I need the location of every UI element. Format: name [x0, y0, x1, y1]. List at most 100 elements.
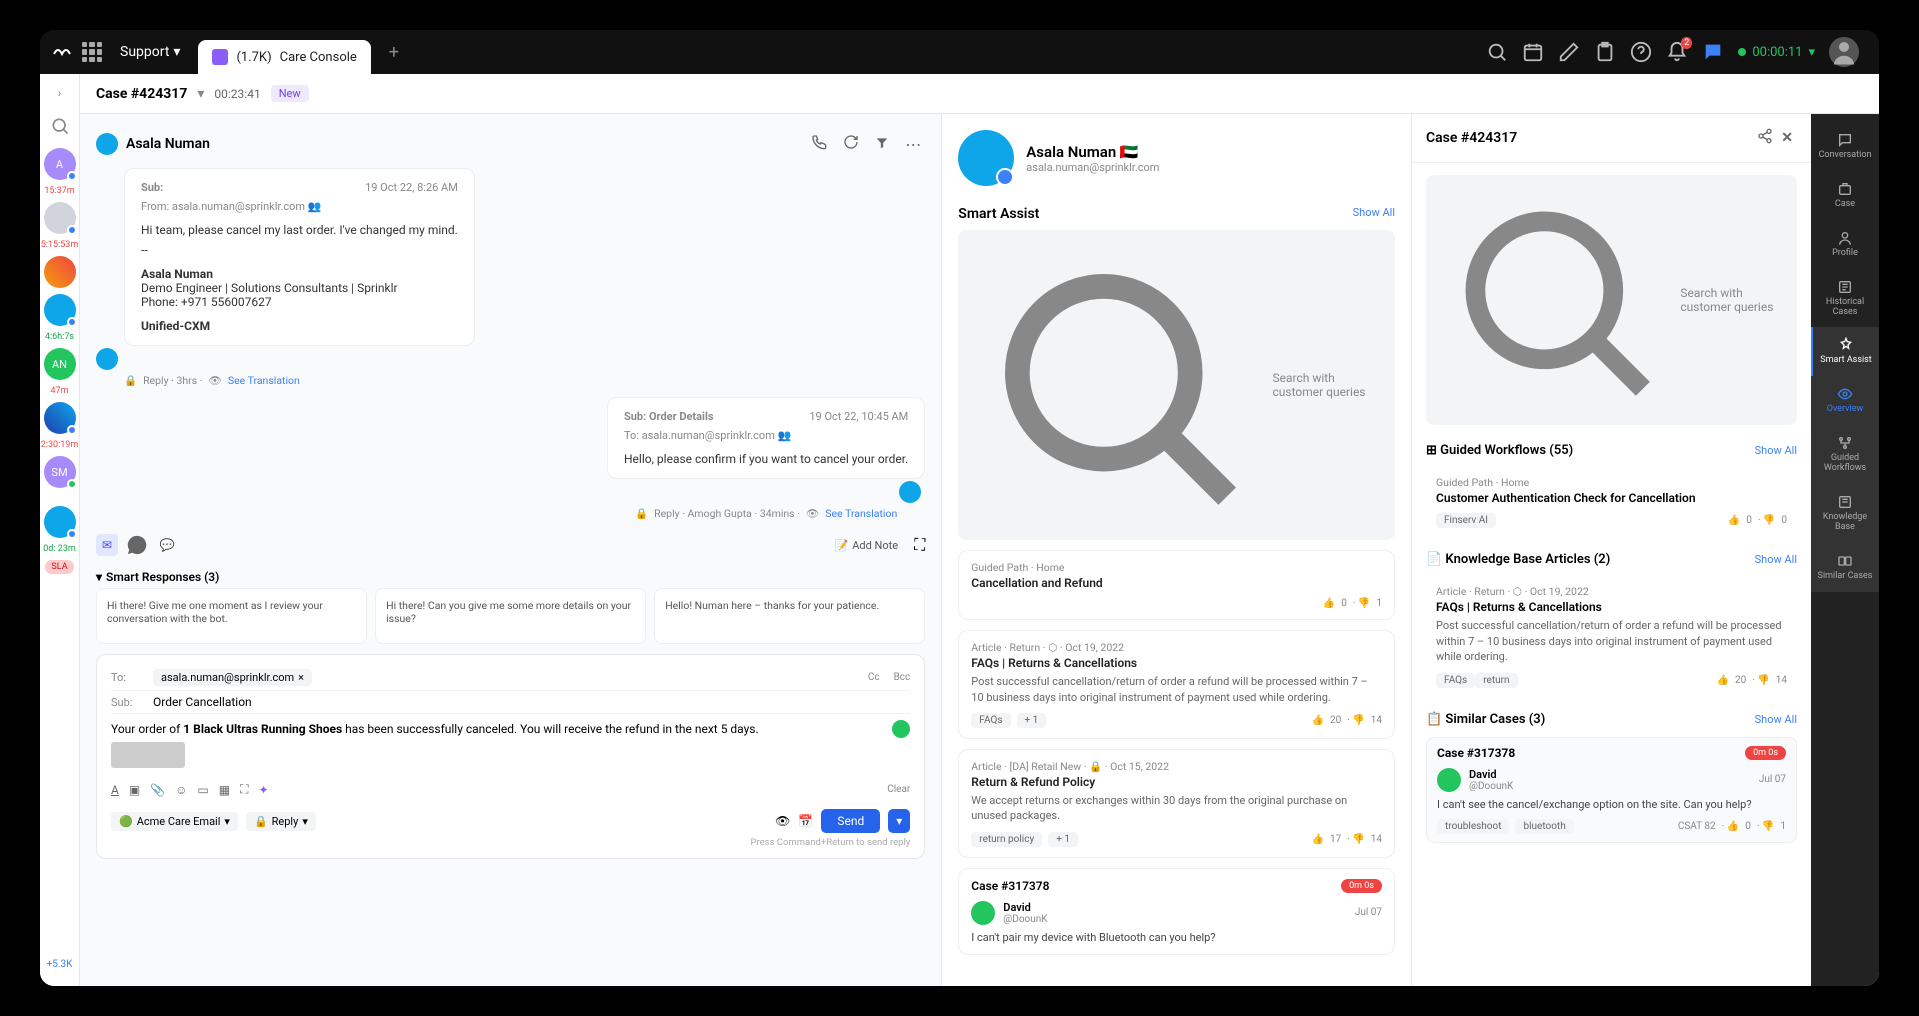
clear-button[interactable]: Clear [887, 784, 910, 795]
sla-badge: SLA [45, 560, 73, 574]
avatar [971, 901, 995, 925]
notifications-icon[interactable]: 2 [1666, 41, 1688, 63]
message-inbound: Sub:19 Oct 22, 8:26 AM From: asala.numan… [124, 168, 475, 346]
see-translation-link[interactable]: See Translation [825, 507, 897, 520]
queue-more[interactable]: +5.3K [47, 959, 73, 970]
expand-icon[interactable]: ⛶ [914, 535, 925, 555]
assist-card[interactable]: Article · Return · ⬡ · Oct 19, 2022 FAQs… [958, 630, 1395, 739]
attachment-thumb[interactable] [111, 742, 185, 768]
subject-input[interactable]: Order Cancellation [153, 695, 252, 709]
help-icon[interactable] [1630, 41, 1652, 63]
tab-icon [212, 49, 228, 65]
show-all-link[interactable]: Show All [1755, 444, 1797, 457]
cc-button[interactable]: Cc [868, 672, 880, 683]
new-tab-button[interactable]: + [379, 37, 409, 67]
share-icon[interactable] [1753, 124, 1777, 152]
user-avatar[interactable] [1829, 37, 1859, 67]
chevron-down-icon[interactable]: ▾ [197, 86, 204, 102]
rail-conversation[interactable]: Conversation [1811, 122, 1879, 171]
support-menu[interactable]: Support▾ [110, 40, 190, 64]
search-icon[interactable] [1486, 41, 1508, 63]
workflow-card[interactable]: Guided Path · Home Customer Authenticati… [1426, 468, 1797, 536]
show-all-link[interactable]: Show All [1755, 553, 1797, 566]
format-icon[interactable]: A [111, 783, 119, 797]
from-selector[interactable]: 🟢 Acme Care Email ▾ [111, 812, 238, 831]
tab-title: Care Console [280, 50, 357, 65]
bcc-button[interactable]: Bcc [894, 672, 911, 683]
similar-case-card[interactable]: Case #3173780m 0s David@DoounK Jul 07 I … [1426, 737, 1797, 843]
preview-icon[interactable]: 👁 [775, 814, 790, 828]
status-badge: New [271, 85, 309, 102]
more-icon[interactable]: ⋯ [901, 131, 925, 158]
calendar-icon[interactable] [1522, 41, 1544, 63]
ai-suggest-icon[interactable] [892, 720, 910, 738]
queue-item[interactable] [44, 402, 76, 434]
queue-item[interactable] [44, 202, 76, 234]
app-grid-icon[interactable] [82, 42, 102, 62]
channel-whatsapp[interactable] [126, 534, 148, 556]
context-panel: Case #424317 ✕ Search with customer quer… [1411, 114, 1811, 986]
filter-icon[interactable] [871, 131, 893, 158]
rail-overview[interactable]: Overview [1811, 376, 1879, 425]
queue-item[interactable] [44, 256, 76, 288]
snippet-icon[interactable]: ▭ [197, 783, 208, 797]
queue-item[interactable]: AN [44, 348, 76, 380]
compose-body[interactable]: Your order of 1 Black Ultras Running Sho… [111, 714, 910, 776]
ai-icon[interactable]: ✦ [258, 783, 268, 797]
rail-similar[interactable]: Similar Cases [1811, 543, 1879, 592]
expand-icon[interactable]: ⛶ [240, 782, 248, 797]
case-id: Case #424317 [96, 86, 187, 102]
see-translation-link[interactable]: See Translation [228, 374, 300, 387]
rail-kb[interactable]: Knowledge Base [1811, 484, 1879, 543]
table-icon[interactable]: ▦ [219, 783, 230, 797]
queue-item[interactable]: A [44, 148, 76, 180]
recipient-chip[interactable]: asala.numan@sprinklr.com × [153, 669, 312, 686]
to-label: To: [111, 671, 145, 684]
assist-search[interactable]: Search with customer queries [958, 230, 1395, 540]
tab-care-console[interactable]: (1.7K) Care Console [198, 40, 370, 74]
queue-item[interactable] [44, 294, 76, 326]
rail-guided[interactable]: Guided Workflows [1811, 425, 1879, 484]
rail-historical[interactable]: Historical Cases [1811, 269, 1879, 328]
rail-case[interactable]: Case [1811, 171, 1879, 220]
send-button[interactable]: Send [821, 809, 880, 833]
queue-item[interactable] [44, 506, 76, 538]
chat-icon[interactable] [1702, 41, 1724, 63]
rail-profile[interactable]: Profile [1811, 220, 1879, 269]
rail-smart-assist[interactable]: Smart Assist [1811, 327, 1879, 376]
smart-response[interactable]: Hello! Numan here – thanks for your pati… [654, 588, 925, 644]
channel-email[interactable]: ✉ [96, 534, 118, 556]
chevron-down-icon: ▾ [1808, 45, 1815, 60]
notif-badge: 2 [1681, 37, 1692, 49]
edit-icon[interactable] [1558, 41, 1580, 63]
refresh-icon[interactable] [839, 130, 863, 158]
panel-search[interactable]: Search with customer queries [1426, 175, 1797, 425]
emoji-icon[interactable]: ☺ [175, 783, 187, 797]
queue-item[interactable]: SM [44, 456, 76, 488]
schedule-icon[interactable]: 📅 [798, 814, 813, 828]
smart-responses-toggle[interactable]: ▾ Smart Responses (3) [96, 566, 925, 588]
image-icon[interactable]: ▣ [129, 783, 140, 797]
section-title: Smart Assist [958, 206, 1039, 222]
search-icon[interactable] [44, 110, 76, 142]
assist-card[interactable]: Guided Path · Home Cancellation and Refu… [958, 550, 1395, 620]
assist-card[interactable]: Article · [DA] Retail New · 🔒 · Oct 15, … [958, 749, 1395, 858]
smart-response[interactable]: Hi there! Give me one moment as I review… [96, 588, 367, 644]
expand-icon[interactable]: › [54, 82, 66, 104]
session-timer[interactable]: 00:00:11▾ [1738, 45, 1815, 60]
kb-card[interactable]: Article · Return · ⬡ · Oct 19, 2022 FAQs… [1426, 577, 1797, 695]
close-icon[interactable]: ✕ [1777, 126, 1797, 150]
similar-case-card[interactable]: Case #3173780m 0s David@DoounK Jul 07 I … [958, 868, 1395, 955]
avatar [96, 133, 118, 155]
queue-time: 47m [50, 386, 68, 396]
channel-chat[interactable]: 💬 [156, 534, 178, 556]
send-dropdown[interactable]: ▾ [888, 809, 910, 833]
add-note-button[interactable]: 📝 Add Note [835, 539, 899, 552]
show-all-link[interactable]: Show All [1353, 206, 1395, 222]
smart-response[interactable]: Hi there! Can you give me some more deta… [375, 588, 646, 644]
clipboard-icon[interactable] [1594, 41, 1616, 63]
reply-selector[interactable]: 🔒 Reply ▾ [246, 812, 316, 831]
show-all-link[interactable]: Show All [1755, 713, 1797, 726]
attach-icon[interactable]: 📎 [150, 783, 165, 797]
phone-icon[interactable] [807, 130, 831, 158]
